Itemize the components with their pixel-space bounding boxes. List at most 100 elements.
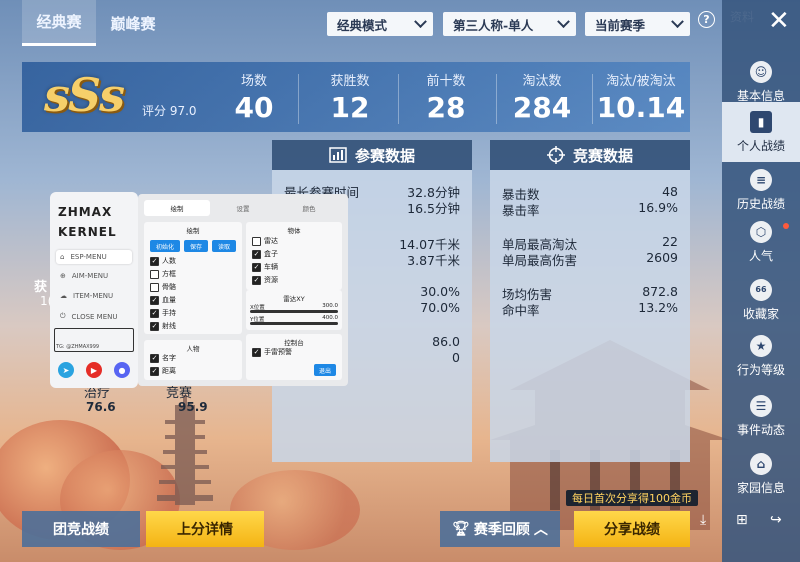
close-icon[interactable]: ✕	[768, 6, 790, 36]
check-health[interactable]: ✓ 血量	[150, 295, 176, 305]
mod-menu-main: 绘制 设置 颜色 绘制 初始化 保存 读取 ✓ 人数 方框 骨骼 ✓ 血量 ✓ 手持 …	[138, 194, 348, 386]
aim-menu-item[interactable]: ⊕ AIM-MENU	[60, 272, 108, 280]
season-review-button[interactable]: 🏆︎ 赛季回顾 ︿	[440, 511, 560, 547]
item-menu-item[interactable]: ☁ ITEM-MENU	[60, 292, 113, 300]
help-icon[interactable]: ?	[698, 11, 715, 28]
tab-peak[interactable]: 巅峰赛	[96, 0, 170, 46]
row-value: 86.0	[432, 334, 460, 349]
team-record-button[interactable]: 团竞战绩	[22, 511, 140, 547]
data-row: 命中率 13.2%	[502, 300, 678, 319]
sidebar-item-label: 历史战绩	[736, 196, 785, 211]
sidebar-item-collector[interactable]: 66 收藏家	[722, 270, 800, 330]
check-distance[interactable]: ✓ 距离	[150, 366, 176, 376]
youtube-icon[interactable]: ▶	[86, 362, 102, 378]
share-button[interactable]: 分享战绩	[574, 511, 690, 547]
radar-section: 雷达XY X位置 300.0 Y位置 400.0	[246, 290, 342, 330]
stat-matches: 场数 40	[222, 70, 286, 124]
checkbox-checked: ✓	[150, 353, 159, 363]
check-vehicle[interactable]: ✓ 车辆	[252, 262, 278, 272]
mod-tab-settings[interactable]: 设置	[210, 200, 276, 216]
mod-menu-tabs: 绘制 设置 颜色	[144, 200, 342, 216]
check-label: 距离	[162, 367, 176, 375]
rank-grade: sSs	[44, 68, 125, 122]
sidebar-item-events[interactable]: ☰ 事件动态	[722, 386, 800, 446]
save-button[interactable]: 保存	[184, 240, 208, 252]
bar-chart-icon	[329, 147, 347, 163]
check-ray[interactable]: ✓ 射线	[150, 321, 176, 331]
exit-button[interactable]: 退出	[314, 364, 336, 376]
check-held-item[interactable]: ✓ 手持	[150, 308, 176, 318]
close-menu-item[interactable]: ⏻ CLOSE MENU	[60, 312, 118, 321]
row-label: 暴击率	[502, 203, 540, 218]
check-player-count[interactable]: ✓ 人数	[150, 256, 176, 266]
check-label: 射线	[162, 322, 176, 330]
sidebar-item-popularity[interactable]: ⬡ 人气	[722, 212, 800, 272]
season-dropdown[interactable]: 当前赛季	[585, 12, 690, 36]
chevron-up-icon: ︿	[533, 522, 548, 538]
row-value: 70.0%	[420, 300, 460, 315]
view-dropdown[interactable]: 第三人称-单人	[443, 12, 576, 36]
checkbox-checked: ✓	[252, 249, 261, 259]
sidebar-item-behavior[interactable]: ★ 行为等级	[722, 326, 800, 386]
participation-panel-title: 参赛数据	[354, 146, 415, 165]
check-label: 名字	[162, 354, 176, 362]
check-label: 骨骼	[162, 283, 176, 291]
divider	[592, 74, 593, 124]
esp-menu-item[interactable]: ⌂ ESP-MENU	[56, 250, 132, 264]
stat-value: 10.14	[596, 91, 686, 124]
radar-x-slider[interactable]	[250, 310, 338, 313]
check-loot-box[interactable]: ✓ 盒子	[252, 249, 278, 259]
telegram-icon[interactable]: ➤	[58, 362, 74, 378]
sidebar-item-personal-record[interactable]: ▮ 个人战绩	[722, 102, 800, 162]
bar-chart-icon: ▮	[750, 110, 772, 133]
sidebar-item-history[interactable]: ≡ 历史战绩	[722, 160, 800, 220]
power-icon: ⏻	[60, 312, 66, 320]
check-name[interactable]: ✓ 名字	[150, 353, 176, 363]
tab-classic[interactable]: 经典赛	[22, 0, 96, 46]
divider	[298, 74, 299, 124]
row-value: 16.9%	[638, 200, 678, 215]
mod-tab-draw[interactable]: 绘制	[144, 200, 210, 216]
check-label: 雷达	[264, 237, 278, 245]
stat-value: 40	[234, 91, 274, 124]
check-label: 人数	[162, 257, 176, 265]
sidebar-item-label: 家园信息	[736, 480, 785, 495]
row-label: 单局最高伤害	[502, 253, 578, 268]
combat-panel-title: 竞赛数据	[572, 146, 633, 165]
season-dropdown-label: 当前赛季	[595, 17, 646, 33]
season-review-label: 赛季回顾	[473, 522, 530, 538]
sidebar-item-home[interactable]: ⌂ 家园信息	[722, 444, 800, 504]
share-arrow-icon[interactable]: ↪	[770, 512, 782, 528]
person-section-title: 人物	[186, 345, 200, 353]
row-value: 16.5分钟	[407, 201, 460, 216]
row-label: 命中率	[502, 303, 540, 318]
check-label: 手持	[162, 309, 176, 317]
checkbox-unchecked	[150, 269, 159, 279]
shield-star-icon: ★	[750, 334, 772, 357]
home-icon: ⌂	[60, 253, 65, 261]
person-section: 人物 ✓ 名字 ✓ 距离	[144, 340, 242, 380]
check-radar[interactable]: 雷达	[252, 236, 278, 246]
check-resource[interactable]: ✓ 资源	[252, 275, 278, 285]
mod-tab-colors[interactable]: 颜色	[276, 200, 342, 216]
radar-y-slider[interactable]	[250, 322, 338, 325]
view-dropdown-label: 第三人称-单人	[453, 17, 534, 33]
check-skeleton[interactable]: 骨骼	[150, 282, 176, 292]
stat-value: 28	[426, 91, 466, 124]
grid-menu-icon[interactable]: ⊞	[736, 512, 748, 528]
cloud-icon: ☁	[60, 292, 67, 300]
hexagon-icon: ⬡	[750, 220, 772, 243]
check-box-esp[interactable]: 方框	[150, 269, 176, 279]
stat-label: 场数	[240, 74, 267, 89]
check-grenade-warning[interactable]: ✓ 手雷预警	[252, 347, 292, 357]
check-label: 车辆	[264, 263, 278, 271]
discord-icon[interactable]: ●	[114, 362, 130, 378]
mode-dropdown[interactable]: 经典模式	[327, 12, 433, 36]
check-label: 手雷预警	[264, 348, 292, 356]
load-button[interactable]: 读取	[212, 240, 236, 252]
rank-detail-button[interactable]: 上分详情	[146, 511, 264, 547]
checkbox-checked: ✓	[150, 366, 159, 376]
init-button[interactable]: 初始化	[150, 240, 180, 252]
download-icon[interactable]: ⤓	[700, 512, 706, 528]
stat-kd: 淘汰/被淘汰 10.14	[596, 70, 686, 124]
